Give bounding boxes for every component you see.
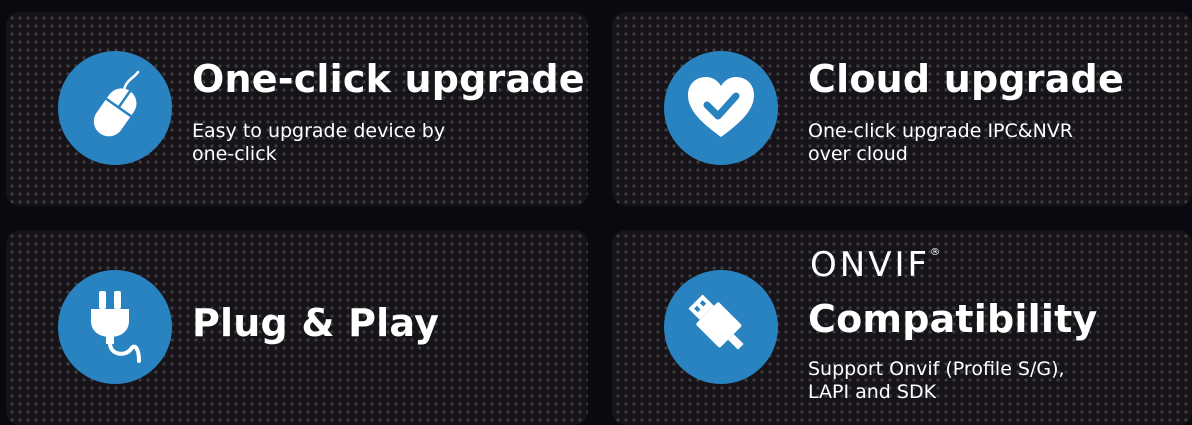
feature-description: Easy to upgrade device by one-click bbox=[192, 120, 445, 166]
registered-mark: ® bbox=[930, 247, 941, 258]
feature-card-cloud-upgrade: Cloud upgrade One-click upgrade IPC&NVR … bbox=[612, 12, 1192, 206]
feature-description: One-click upgrade IPC&NVR over cloud bbox=[808, 120, 1073, 166]
description-line: one-click bbox=[192, 143, 277, 165]
usb-icon bbox=[664, 270, 778, 384]
plug-icon bbox=[58, 270, 172, 384]
heart-check-icon bbox=[664, 51, 778, 165]
feature-card-onvif-compatibility: ONVIF® Compatibility Support Onvif (Prof… bbox=[612, 230, 1192, 425]
description-line: Support Onvif (Profile S/G), bbox=[808, 358, 1065, 380]
feature-title: Compatibility bbox=[808, 297, 1098, 341]
feature-card-one-click-upgrade: One-click upgrade Easy to upgrade device… bbox=[6, 12, 588, 206]
feature-title: Plug & Play bbox=[192, 301, 440, 345]
description-line: over cloud bbox=[808, 143, 908, 165]
onvif-logo: ONVIF® bbox=[810, 245, 941, 285]
mouse-icon bbox=[58, 51, 172, 165]
onvif-logo-text: ONVIF bbox=[810, 245, 931, 285]
feature-title: Cloud upgrade bbox=[808, 57, 1124, 101]
feature-title: One-click upgrade bbox=[192, 57, 585, 101]
description-line: LAPI and SDK bbox=[808, 381, 937, 403]
feature-card-plug-and-play: Plug & Play bbox=[6, 230, 588, 425]
description-line: Easy to upgrade device by bbox=[192, 120, 446, 142]
feature-description: Support Onvif (Profile S/G), LAPI and SD… bbox=[808, 358, 1065, 404]
description-line: One-click upgrade IPC&NVR bbox=[808, 120, 1073, 142]
